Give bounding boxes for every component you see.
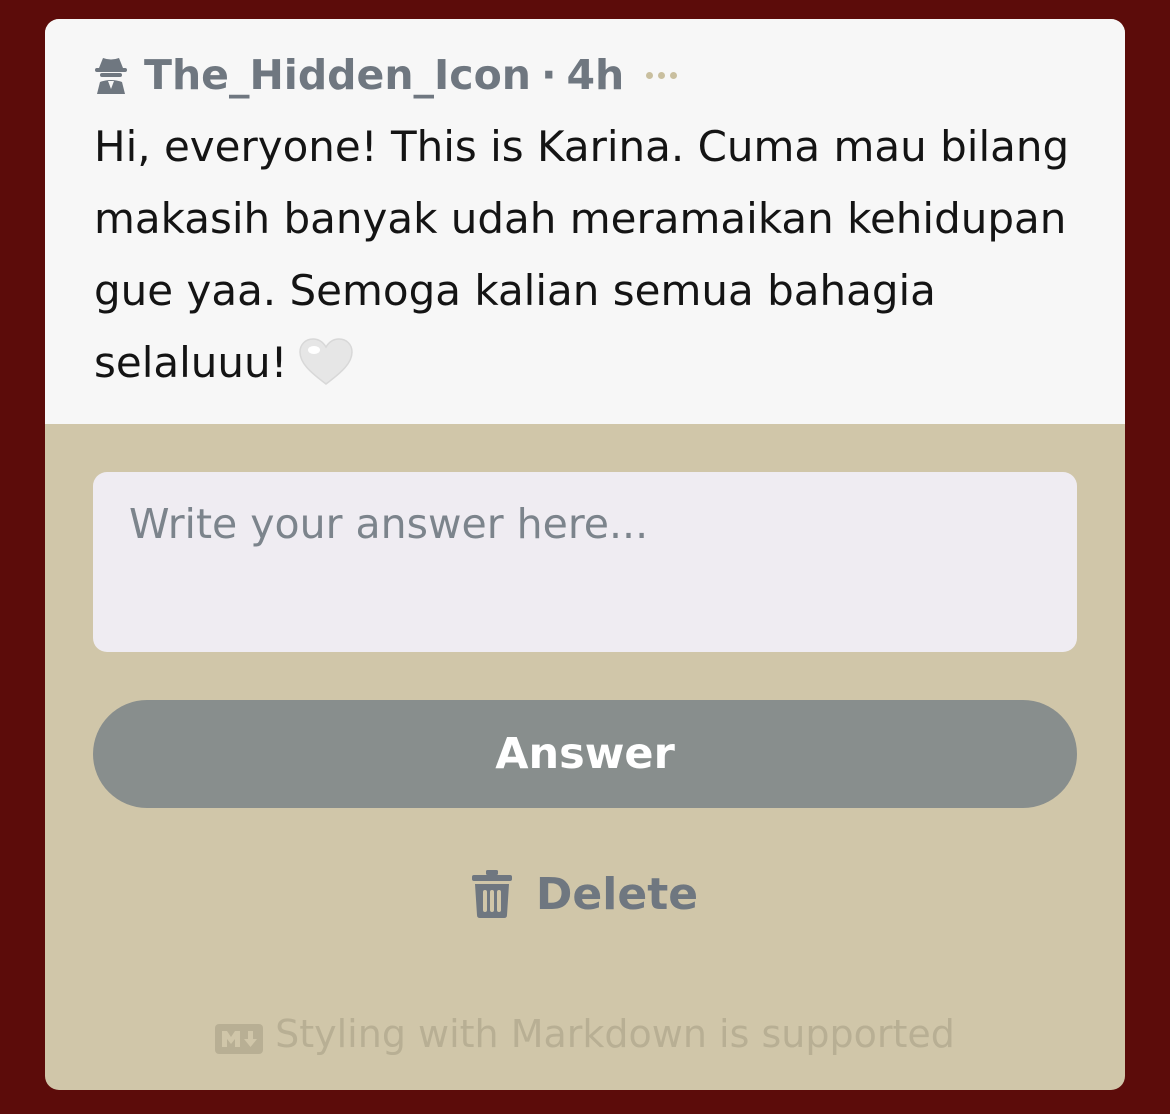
answer-button[interactable]: Answer xyxy=(93,700,1077,808)
question-body: Hi, everyone! This is Karina. Cuma mau b… xyxy=(94,122,1070,387)
white-heart-icon xyxy=(298,337,354,387)
answer-input[interactable] xyxy=(93,472,1077,652)
question-text: Hi, everyone! This is Karina. Cuma mau b… xyxy=(94,111,1074,399)
more-options-icon[interactable] xyxy=(646,71,678,79)
author-name[interactable]: The_Hidden_Icon xyxy=(144,51,531,99)
delete-button[interactable]: Delete xyxy=(93,864,1077,924)
question-card: The_Hidden_Icon · 4h Hi, everyone! This … xyxy=(45,19,1125,1090)
markdown-note: Styling with Markdown is supported xyxy=(93,1012,1077,1056)
markdown-icon xyxy=(215,1019,264,1054)
delete-label: Delete xyxy=(535,868,699,920)
question-section: The_Hidden_Icon · 4h Hi, everyone! This … xyxy=(45,19,1125,424)
question-meta: The_Hidden_Icon · 4h xyxy=(94,47,1075,103)
answer-area: Answer Delete xyxy=(45,424,1125,1056)
post-age: 4h xyxy=(566,51,625,99)
trash-icon xyxy=(471,870,512,918)
markdown-note-text: Styling with Markdown is supported xyxy=(275,1012,955,1056)
spy-icon xyxy=(94,56,128,94)
meta-separator: · xyxy=(540,51,557,99)
